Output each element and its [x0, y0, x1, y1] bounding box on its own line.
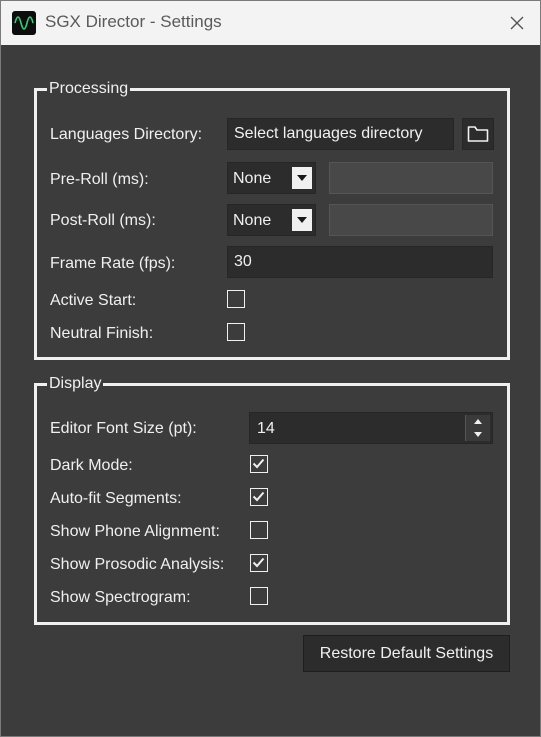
auto-fit-segments-checkbox[interactable] [250, 488, 268, 506]
show-spectrogram-label: Show Spectrogram: [50, 589, 191, 606]
pre-roll-label: Pre-Roll (ms): [50, 171, 149, 188]
languages-directory-label: Languages Directory: [50, 126, 203, 143]
chevron-down-icon [292, 167, 312, 189]
restore-default-settings-button[interactable]: Restore Default Settings [303, 635, 510, 672]
title-bar[interactable]: SGX Director - Settings [1, 1, 540, 45]
show-phone-alignment-label: Show Phone Alignment: [50, 523, 220, 540]
frame-rate-input[interactable]: 30 [227, 246, 493, 278]
close-button[interactable] [494, 1, 540, 45]
show-spectrogram-checkbox[interactable] [250, 587, 268, 605]
chevron-up-icon [474, 419, 482, 424]
active-start-label: Active Start: [50, 292, 137, 309]
neutral-finish-label: Neutral Finish: [50, 325, 154, 342]
editor-font-size-value: 14 [257, 420, 275, 437]
spin-buttons [465, 415, 490, 441]
post-roll-selected: None [233, 212, 272, 229]
pre-roll-selected: None [233, 170, 272, 187]
show-phone-alignment-checkbox[interactable] [250, 521, 268, 539]
processing-group-title: Processing [47, 79, 131, 99]
editor-font-size-spinbox[interactable]: 14 [249, 412, 493, 444]
frame-rate-label: Frame Rate (fps): [50, 255, 176, 272]
neutral-finish-checkbox[interactable] [227, 323, 245, 341]
folder-icon [467, 126, 489, 142]
dark-mode-label: Dark Mode: [50, 457, 133, 474]
pre-roll-value-input[interactable] [329, 162, 493, 194]
spin-down-button[interactable] [466, 428, 490, 441]
chevron-down-icon [474, 432, 482, 437]
show-prosodic-analysis-checkbox[interactable] [250, 554, 268, 572]
post-roll-select[interactable]: None [227, 204, 316, 236]
show-prosodic-analysis-label: Show Prosodic Analysis: [50, 556, 225, 573]
settings-window: SGX Director - Settings Processing Langu… [0, 0, 541, 737]
languages-directory-input[interactable]: Select languages directory [227, 118, 454, 150]
app-waveform-icon [12, 11, 36, 35]
checkmark-icon [252, 458, 265, 469]
auto-fit-segments-label: Auto-fit Segments: [50, 490, 182, 507]
window-title: SGX Director - Settings [45, 12, 222, 31]
spin-up-button[interactable] [466, 415, 490, 428]
checkmark-icon [252, 557, 265, 568]
display-group-title: Display [47, 374, 104, 394]
pre-roll-select[interactable]: None [227, 162, 316, 194]
post-roll-label: Post-Roll (ms): [50, 212, 156, 229]
checkmark-icon [252, 491, 265, 502]
browse-languages-button[interactable] [462, 118, 494, 150]
chevron-down-icon [292, 209, 312, 231]
active-start-checkbox[interactable] [227, 290, 245, 308]
editor-font-size-label: Editor Font Size (pt): [50, 420, 197, 437]
dark-mode-checkbox[interactable] [250, 455, 268, 473]
post-roll-value-input[interactable] [329, 204, 493, 236]
close-icon [510, 16, 524, 30]
